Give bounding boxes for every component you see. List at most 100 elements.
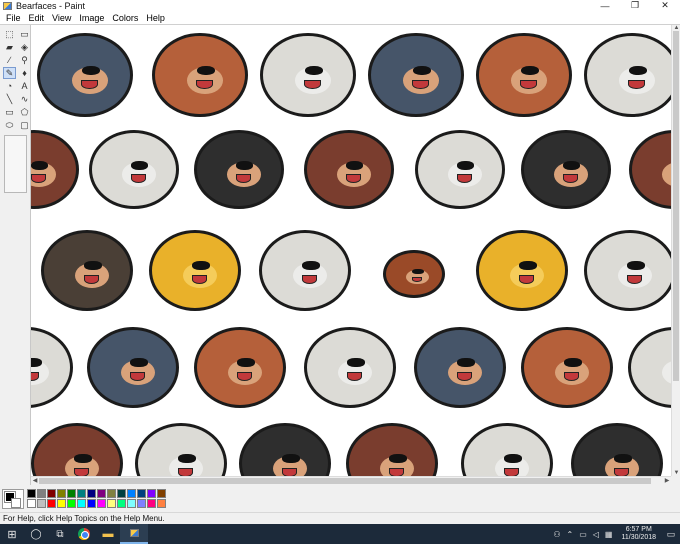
status-text: For Help, click Help Topics on the Help … <box>3 514 165 523</box>
ellipse-icon[interactable]: ⬭ <box>3 119 16 131</box>
color-swatch[interactable] <box>67 489 76 498</box>
menu-view[interactable]: View <box>48 13 75 23</box>
bear-ear <box>95 128 121 151</box>
bear-mouth <box>177 467 194 476</box>
task-view-icon[interactable]: ⧉ <box>48 524 72 544</box>
scroll-down-icon[interactable]: ▼ <box>672 470 680 476</box>
rounded-rectangle-icon[interactable]: ▢ <box>18 119 31 131</box>
color-swatch[interactable] <box>147 499 156 508</box>
bear-nose <box>457 160 475 170</box>
bear-ear <box>322 31 350 55</box>
color-swatch[interactable] <box>47 499 56 508</box>
color-swatch[interactable] <box>157 499 166 508</box>
paint-taskbar-button[interactable] <box>120 524 148 544</box>
airbrush-icon[interactable]: ◔ <box>3 80 16 92</box>
bear-mouth <box>129 371 146 381</box>
maximize-button[interactable]: ❐ <box>620 0 650 11</box>
free-form-select-icon[interactable]: ⬚ <box>3 28 16 40</box>
horizontal-scrollbar[interactable]: ◀ ▶ <box>31 476 671 485</box>
bear-mouth <box>83 274 100 284</box>
vertical-scrollbar[interactable]: ▲ ▼ <box>671 25 680 476</box>
color-swatch[interactable] <box>37 489 46 498</box>
brush-icon[interactable]: ♦ <box>18 67 31 79</box>
rectangle-select-icon[interactable]: ▭ <box>18 28 31 40</box>
menu-file[interactable]: File <box>2 13 25 23</box>
horizontal-scroll-thumb[interactable] <box>39 478 651 484</box>
bear-nose <box>282 454 300 464</box>
network-icon[interactable]: ▭ <box>576 530 590 539</box>
color-swatch[interactable] <box>127 489 136 498</box>
bear-mouth <box>518 274 535 284</box>
color-swatch[interactable] <box>27 499 36 508</box>
color-swatch[interactable] <box>27 489 36 498</box>
bear-ear <box>310 325 337 348</box>
volume-icon[interactable]: ◁ <box>590 530 602 539</box>
color-swatch[interactable] <box>37 499 46 508</box>
rectangle-icon[interactable]: ▭ <box>3 106 16 118</box>
people-icon[interactable]: ⚇ <box>550 530 563 539</box>
menu-image[interactable]: Image <box>75 13 108 23</box>
bear-ear <box>538 31 566 55</box>
close-button[interactable]: ✕ <box>650 0 680 11</box>
color-swatch[interactable] <box>137 499 146 508</box>
color-swatch[interactable] <box>157 489 166 498</box>
bear-ear <box>200 325 227 348</box>
color-swatch[interactable] <box>47 489 56 498</box>
file-explorer-icon[interactable]: ▬ <box>96 524 120 544</box>
color-swatch[interactable] <box>127 499 136 508</box>
color-swatch[interactable] <box>97 499 106 508</box>
color-swatch[interactable] <box>87 489 96 498</box>
color-picker-icon[interactable]: ∕ <box>3 54 16 66</box>
drawing-canvas[interactable] <box>31 25 671 476</box>
text-icon[interactable]: A <box>18 80 31 92</box>
bear-ear <box>310 128 336 151</box>
color-swatch[interactable] <box>57 499 66 508</box>
bear-ear <box>318 228 345 251</box>
search-icon[interactable]: ◯ <box>24 524 48 544</box>
menu-edit[interactable]: Edit <box>25 13 49 23</box>
show-hidden-icons-icon[interactable]: ⌃ <box>564 530 577 539</box>
color-swatch[interactable] <box>87 499 96 508</box>
minimize-button[interactable]: — <box>590 0 620 11</box>
clock[interactable]: 6:57 PM 11/30/2018 <box>615 526 662 542</box>
color-swatch[interactable] <box>67 499 76 508</box>
background-color[interactable] <box>11 498 21 508</box>
polygon-icon[interactable]: ⬠ <box>18 106 31 118</box>
bear-ear <box>214 31 242 55</box>
color-swatch[interactable] <box>77 489 86 498</box>
fill-bucket-icon[interactable]: ◈ <box>18 41 31 53</box>
clock-date: 11/30/2018 <box>621 534 656 541</box>
color-swatch[interactable] <box>107 489 116 498</box>
current-colors[interactable] <box>2 489 24 509</box>
bear-ear <box>420 325 447 348</box>
bear-ear <box>90 421 117 444</box>
menu-colors[interactable]: Colors <box>108 13 142 23</box>
bear-face-drawing <box>629 128 671 210</box>
color-swatch[interactable] <box>137 489 146 498</box>
bear-nose <box>347 358 365 368</box>
color-swatch[interactable] <box>97 489 106 498</box>
magnifier-icon[interactable]: ⚲ <box>18 54 31 66</box>
eraser-icon[interactable]: ▰ <box>3 41 16 53</box>
paint-taskbar-icon <box>129 529 139 537</box>
bear-ear <box>158 31 186 55</box>
clock-time: 6:57 PM <box>625 526 652 533</box>
chrome-icon[interactable] <box>72 524 96 544</box>
line-icon[interactable]: ╲ <box>3 93 16 105</box>
color-swatch[interactable] <box>147 489 156 498</box>
notifications-icon[interactable]: ▭ <box>662 524 680 544</box>
bear-nose <box>130 358 148 368</box>
menu-bar: File Edit View Image Colors Help <box>0 11 680 24</box>
vertical-scroll-thumb[interactable] <box>673 31 679 381</box>
pencil-icon[interactable]: ✎ <box>3 67 16 79</box>
windows-start-icon[interactable]: ⊞ <box>0 524 24 544</box>
color-swatch[interactable] <box>117 489 126 498</box>
color-swatch[interactable] <box>57 489 66 498</box>
color-swatch[interactable] <box>77 499 86 508</box>
color-swatch[interactable] <box>107 499 116 508</box>
menu-help[interactable]: Help <box>142 13 169 23</box>
tool-options-panel[interactable] <box>4 135 27 193</box>
keyboard-icon[interactable]: ▦ <box>602 530 616 539</box>
color-swatch[interactable] <box>117 499 126 508</box>
curve-icon[interactable]: ∿ <box>18 93 31 105</box>
